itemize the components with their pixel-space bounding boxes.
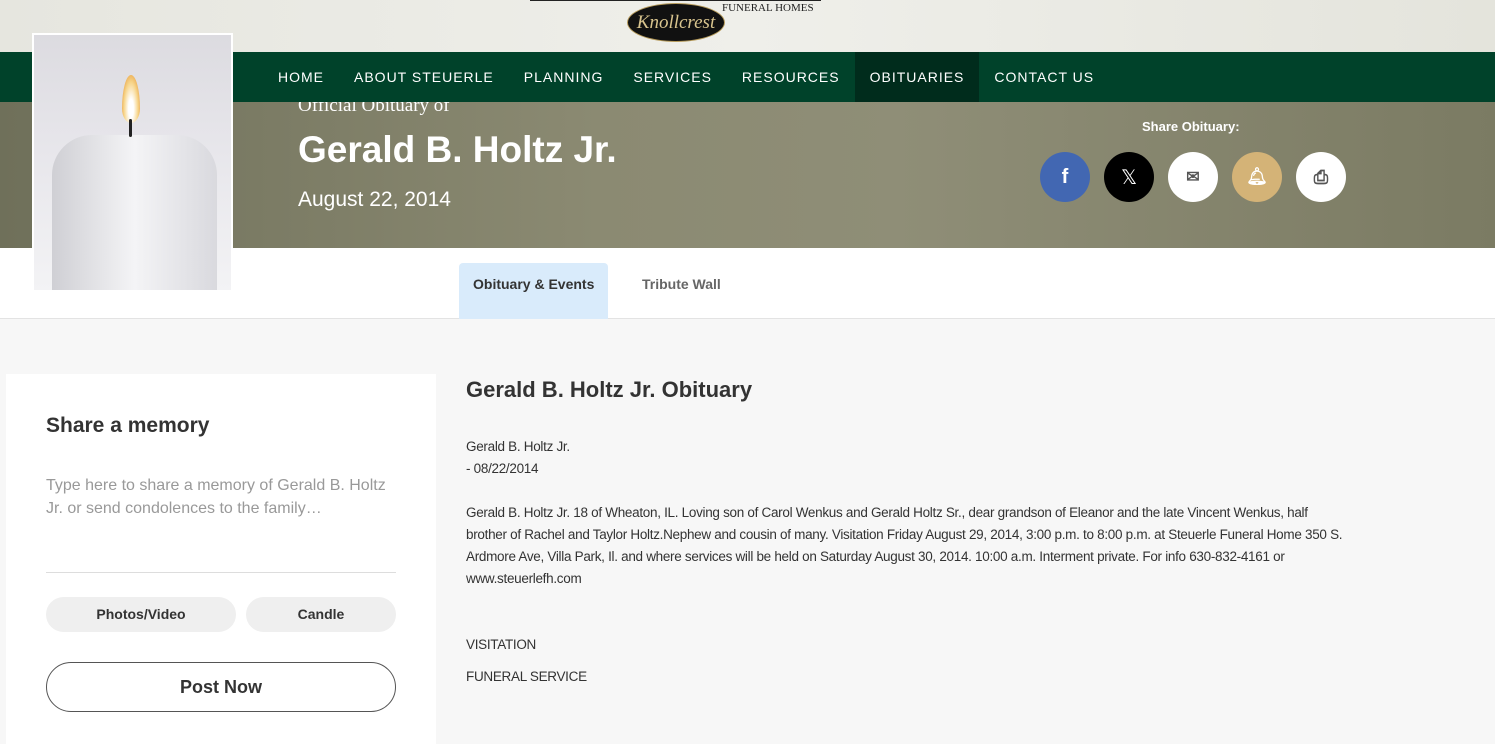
obituary-date: August 22, 2014 — [298, 188, 451, 211]
deceased-name: Gerald B. Holtz Jr. — [298, 129, 617, 170]
event-funeral-service: FUNERAL SERVICE — [466, 669, 587, 684]
divider — [46, 572, 396, 573]
obituary-title: Gerald B. Holtz Jr. Obituary — [466, 377, 753, 402]
nav-obituaries[interactable]: OBITUARIES — [854, 52, 980, 102]
x-icon[interactable]: 𝕏 — [1104, 152, 1154, 202]
post-now-button[interactable]: Post Now — [46, 662, 396, 712]
print-icon[interactable]: ⎙ — [1296, 152, 1346, 202]
nav-about[interactable]: ABOUT STEUERLE — [339, 52, 509, 102]
bell-icon[interactable]: 🔔︎ — [1232, 152, 1282, 202]
divider — [530, 0, 821, 1]
candle-button[interactable]: Candle — [246, 597, 396, 632]
share-memory-title: Share a memory — [46, 414, 210, 437]
nav-home[interactable]: HOME — [263, 52, 339, 102]
nav-resources[interactable]: RESOURCES — [727, 52, 855, 102]
share-label: Share Obituary: — [1142, 119, 1240, 134]
nav-contact[interactable]: CONTACT US — [979, 52, 1109, 102]
obituary-body: Gerald B. Holtz Jr. 18 of Wheaton, IL. L… — [466, 505, 1343, 586]
obituary-name-line: Gerald B. Holtz Jr. — [466, 439, 570, 454]
tab-obituary-events[interactable]: Obituary & Events — [459, 263, 609, 319]
share-memory-card: Share a memory Type here to share a memo… — [6, 374, 436, 744]
nav-planning[interactable]: PLANNING — [509, 52, 619, 102]
knollcrest-logo[interactable]: Knollcrest — [627, 3, 725, 42]
email-icon[interactable]: ✉ — [1168, 152, 1218, 202]
memory-input[interactable]: Type here to share a memory of Gerald B.… — [46, 474, 396, 520]
event-visitation: VISITATION — [466, 637, 537, 652]
memorial-photo — [32, 33, 233, 292]
logo-subtitle: FUNERAL HOMES — [722, 2, 814, 14]
facebook-icon[interactable]: f — [1040, 152, 1090, 202]
nav-services[interactable]: SERVICES — [618, 52, 727, 102]
photos-video-button[interactable]: Photos/Video — [46, 597, 236, 632]
obituary-date-line: - 08/22/2014 — [466, 461, 539, 476]
tab-tribute-wall[interactable]: Tribute Wall — [628, 263, 735, 319]
